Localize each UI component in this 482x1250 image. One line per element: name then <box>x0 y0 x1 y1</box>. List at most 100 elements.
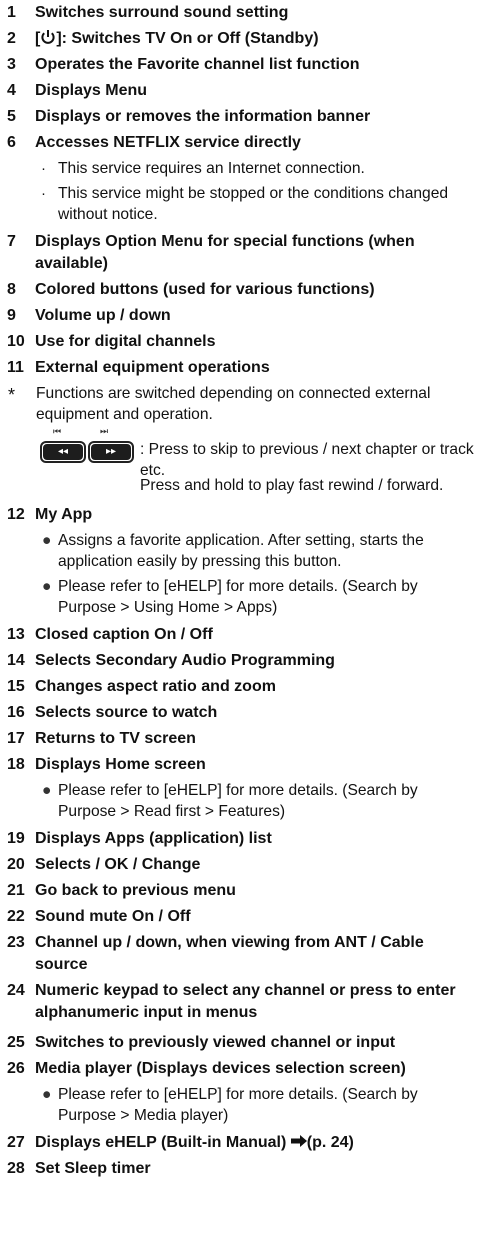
asterisk-icon: * <box>8 385 16 405</box>
list-item: 3 Operates the Favorite channel list func… <box>0 54 482 76</box>
bullet-icon: · <box>41 185 46 202</box>
list-item: 27 Displays eHELP (Built-in Manual) (p. 2… <box>0 1132 482 1154</box>
item-number: 9 <box>7 307 16 324</box>
list-item: 28 Set Sleep timer <box>0 1158 482 1180</box>
list-item: 4 Displays Menu <box>0 80 482 102</box>
list-item: 7 Displays Option Menu for special functi… <box>0 231 482 275</box>
item-text: Selects Secondary Audio Programming <box>35 652 335 669</box>
skip-prev-button-illustration: ◂◂ <box>40 441 86 463</box>
item-number: 16 <box>7 704 25 721</box>
fast-forward-icon: ▸▸ <box>91 444 131 460</box>
list-item: 6 Accesses NETFLIX service directly <box>0 132 482 154</box>
item-text: Go back to previous menu <box>35 882 236 899</box>
item-number: 25 <box>7 1034 25 1051</box>
item-number: 24 <box>7 982 25 999</box>
item-number: 2 <box>7 30 16 47</box>
list-item: 2 []: Switches TV On or Off (Standby) <box>0 28 482 50</box>
skip-next-icon: ⏭ <box>100 427 108 437</box>
item-text: Switches surround sound setting <box>35 4 289 21</box>
item-number: 1 <box>7 4 16 21</box>
list-item: 14 Selects Secondary Audio Programming <box>0 650 482 672</box>
item-text: Accesses NETFLIX service directly <box>35 134 301 151</box>
item-number: 18 <box>7 756 25 773</box>
item-text: Switches to previously viewed channel or… <box>35 1034 396 1051</box>
list-item: 9 Volume up / down <box>0 305 482 327</box>
item-text: Selects / OK / Change <box>35 856 201 873</box>
item-text: Channel up / down, when viewing from ANT… <box>35 934 424 973</box>
list-item: 12 My App <box>0 504 482 526</box>
skip-prev-icon: ⏮ <box>53 427 61 437</box>
item-number: 23 <box>7 934 25 951</box>
item-text: Displays Apps (application) list <box>35 830 272 847</box>
bullet-icon: · <box>41 160 46 177</box>
item-number: 6 <box>7 134 16 151</box>
power-icon <box>41 30 55 44</box>
item-text: Displays Home screen <box>35 756 206 773</box>
list-item: 16 Selects source to watch <box>0 702 482 724</box>
skip-next-button-illustration: ▸▸ <box>88 441 134 463</box>
list-item: 18 Displays Home screen <box>0 754 482 776</box>
item-text: Use for digital channels <box>35 333 216 350</box>
item-text: Colored buttons (used for various functi… <box>35 281 375 298</box>
dot-item: ● Please refer to [eHELP] for more detail… <box>42 1086 418 1124</box>
dot-bullet-icon: ● <box>42 532 52 549</box>
list-item: 23 Channel up / down, when viewing from A… <box>0 932 482 976</box>
dot-item: ● Please refer to [eHELP] for more detail… <box>42 782 418 820</box>
item-number: 3 <box>7 56 16 73</box>
item-text: Displays Menu <box>35 82 148 99</box>
list-item: 13 Closed caption On / Off <box>0 624 482 646</box>
list-item: 21 Go back to previous menu <box>0 880 482 902</box>
item-number: 22 <box>7 908 25 925</box>
item-text: Sound mute On / Off <box>35 908 191 925</box>
item-number: 10 <box>7 333 25 350</box>
item-number: 11 <box>7 359 24 376</box>
skip-buttons-row: ⏮ ◂◂ ⏭ ▸▸ : Press to skip to previous / … <box>0 427 482 479</box>
item-number: 4 <box>7 82 16 99</box>
dot-bullet-icon: ● <box>42 782 52 799</box>
list-item: 10 Use for digital channels <box>0 331 482 353</box>
list-item: 24 Numeric keypad to select any channel o… <box>0 980 482 1024</box>
list-item: 15 Changes aspect ratio and zoom <box>0 676 482 698</box>
list-item: 20 Selects / OK / Change <box>0 854 482 876</box>
item-number: 27 <box>7 1134 25 1151</box>
list-item: 11 External equipment operations <box>0 357 482 379</box>
item-number: 7 <box>7 233 16 250</box>
item-text: External equipment operations <box>35 359 270 376</box>
rewind-icon: ◂◂ <box>43 444 83 460</box>
list-item: 17 Returns to TV screen <box>0 728 482 750</box>
item-text: Displays eHELP (Built-in Manual) (p. 24) <box>35 1134 354 1151</box>
item-text: Displays or removes the information bann… <box>35 108 371 125</box>
dot-bullet-icon: ● <box>42 578 52 595</box>
list-item: 22 Sound mute On / Off <box>0 906 482 928</box>
bullet-item: · This service might be stopped or the co… <box>41 185 449 223</box>
remote-function-list: 1 Switches surround sound setting 2 []: Sw… <box>0 2 482 1180</box>
item-number: 28 <box>7 1160 25 1177</box>
dot-item: ● Assigns a favorite application. After s… <box>42 532 424 570</box>
item-number: 5 <box>7 108 16 125</box>
item-number: 17 <box>7 730 25 747</box>
item-text: Volume up / down <box>35 307 171 324</box>
item-text: Closed caption On / Off <box>35 626 213 643</box>
list-item: 5 Displays or removes the information ban… <box>0 106 482 128</box>
arrow-right-icon <box>290 1135 307 1147</box>
dot-item: ● Please refer to [eHELP] for more detail… <box>42 578 418 616</box>
item-number: 21 <box>7 882 25 899</box>
list-item: 8 Colored buttons (used for various funct… <box>0 279 482 301</box>
item-text: []: Switches TV On or Off (Standby) <box>35 30 319 47</box>
skip-description: : Press to skip to previous / next chapt… <box>140 441 474 479</box>
list-item: 1 Switches surround sound setting <box>0 2 482 24</box>
footnote: * Functions are switched depending on con… <box>8 385 431 423</box>
list-item: 19 Displays Apps (application) list <box>0 828 482 850</box>
item-number: 14 <box>7 652 25 669</box>
item-text: Changes aspect ratio and zoom <box>35 678 276 695</box>
item-number: 12 <box>7 506 25 523</box>
item-text: Numeric keypad to select any channel or … <box>35 982 456 1021</box>
list-item: 26 Media player (Displays devices selecti… <box>0 1058 482 1080</box>
list-item: 25 Switches to previously viewed channel … <box>0 1032 482 1054</box>
item-number: 19 <box>7 830 25 847</box>
item-text: My App <box>35 506 93 523</box>
bullet-item: · This service requires an Internet conne… <box>41 160 365 177</box>
item-text: Displays Option Menu for special functio… <box>35 233 415 272</box>
item-number: 15 <box>7 678 25 695</box>
item-text: Selects source to watch <box>35 704 218 721</box>
